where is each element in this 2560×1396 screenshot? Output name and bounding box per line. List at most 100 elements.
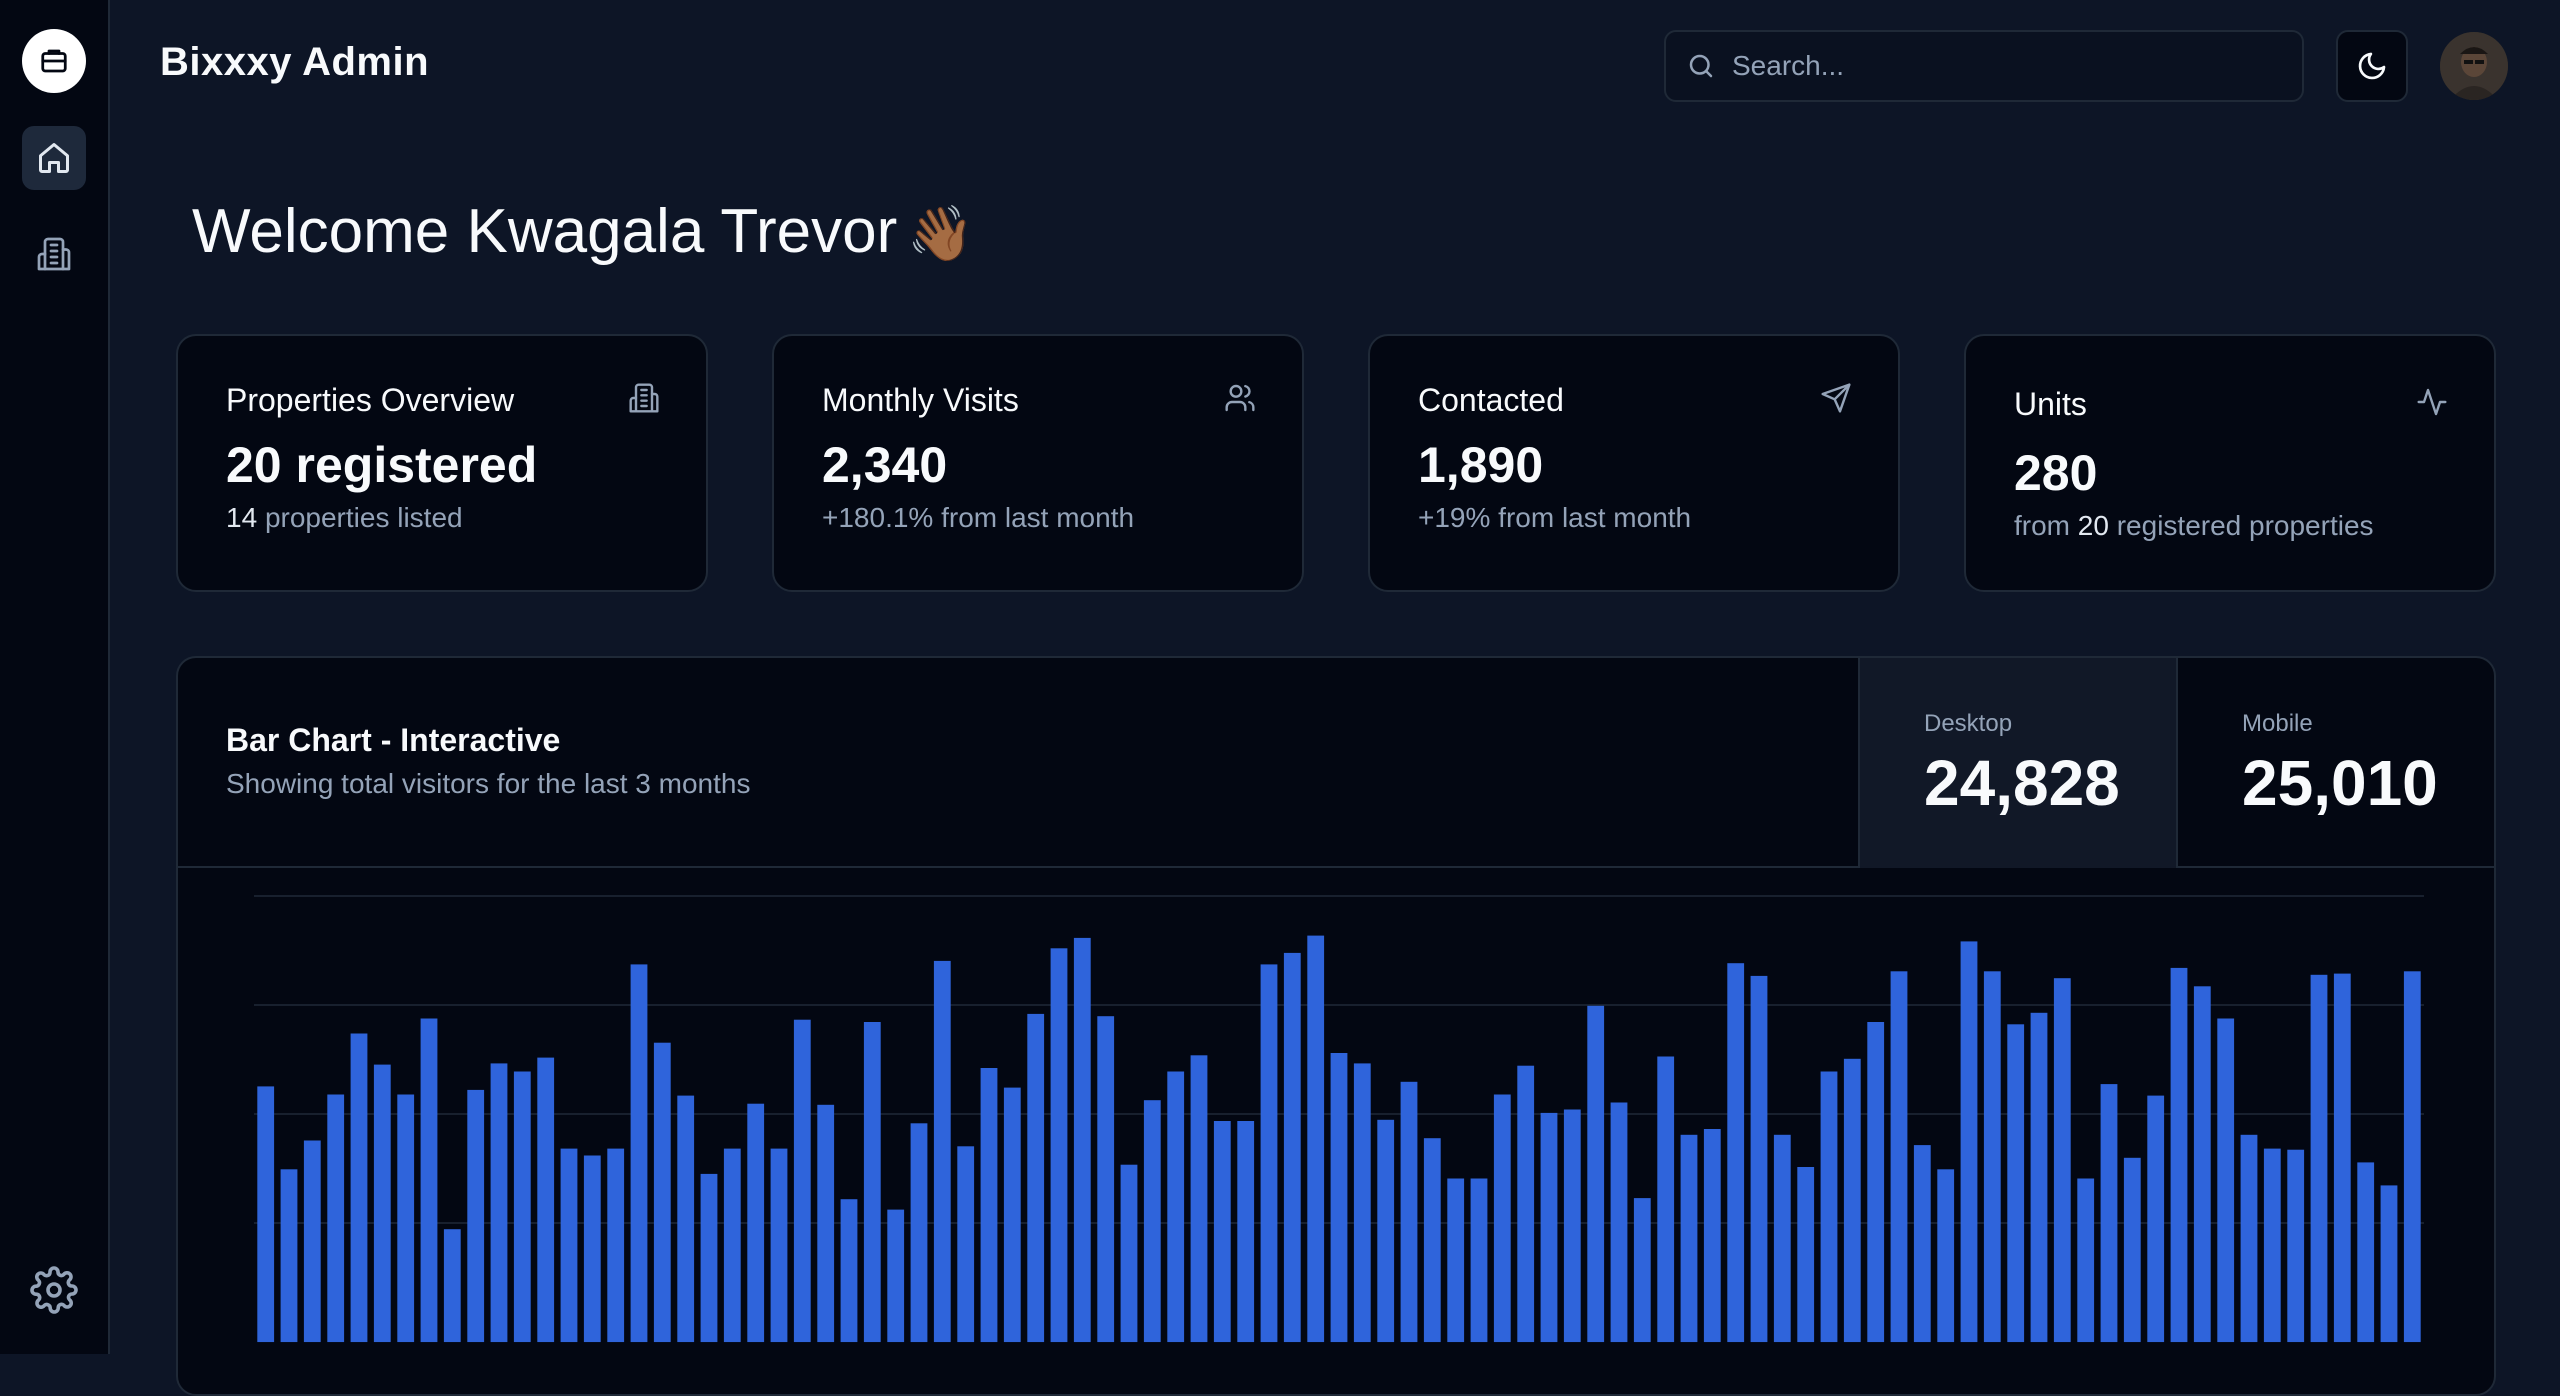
- chart-bar[interactable]: [257, 1086, 275, 1343]
- chart-bar[interactable]: [817, 1104, 835, 1343]
- chart-bar[interactable]: [2193, 986, 2211, 1343]
- search-box[interactable]: [1664, 30, 2304, 102]
- chart-bar[interactable]: [1400, 1081, 1418, 1343]
- chart-bar[interactable]: [537, 1057, 555, 1343]
- chart-bar[interactable]: [2263, 1148, 2281, 1343]
- chart-bar[interactable]: [2333, 973, 2351, 1343]
- chart-bar[interactable]: [1353, 1063, 1371, 1343]
- settings-button[interactable]: [30, 1266, 78, 1314]
- chart-bar[interactable]: [2287, 1149, 2305, 1343]
- chart-bar[interactable]: [723, 1148, 741, 1343]
- chart-bar[interactable]: [1377, 1119, 1395, 1343]
- chart-bar[interactable]: [1820, 1071, 1838, 1343]
- chart-bar[interactable]: [1447, 1178, 1465, 1343]
- chart-bar[interactable]: [1050, 948, 1068, 1343]
- chart-bar[interactable]: [1190, 1055, 1208, 1343]
- chart-bar[interactable]: [1937, 1169, 1955, 1343]
- chart-bar[interactable]: [443, 1229, 461, 1343]
- chart-bar[interactable]: [1703, 1129, 1721, 1343]
- chart-bar[interactable]: [1633, 1198, 1651, 1343]
- chart-bar[interactable]: [677, 1095, 695, 1343]
- chart-bar[interactable]: [980, 1068, 998, 1343]
- chart-bar[interactable]: [1330, 1053, 1348, 1343]
- chart-bar[interactable]: [793, 1019, 811, 1343]
- chart-bar[interactable]: [280, 1169, 298, 1343]
- chart-bar[interactable]: [1797, 1167, 1815, 1343]
- chart-bar[interactable]: [583, 1155, 601, 1343]
- chart-bar[interactable]: [770, 1148, 788, 1343]
- chart-bar[interactable]: [2357, 1162, 2375, 1343]
- chart-bar[interactable]: [2310, 974, 2328, 1343]
- chart-bar[interactable]: [2030, 1012, 2048, 1343]
- chart-bar[interactable]: [1587, 1005, 1605, 1343]
- chart-bar[interactable]: [1843, 1058, 1861, 1343]
- chart-bar[interactable]: [747, 1103, 765, 1343]
- search-input[interactable]: [1732, 50, 2272, 82]
- chart-bar[interactable]: [1960, 941, 1978, 1343]
- chart-bar[interactable]: [1307, 935, 1325, 1343]
- sidebar-item-properties[interactable]: [22, 222, 86, 286]
- chart-bar[interactable]: [840, 1199, 858, 1343]
- chart-bar[interactable]: [350, 1033, 368, 1343]
- chart-bar[interactable]: [1913, 1145, 1931, 1343]
- chart-bar[interactable]: [933, 960, 951, 1343]
- chart-bar[interactable]: [1120, 1164, 1138, 1343]
- chart-bar[interactable]: [1610, 1102, 1628, 1343]
- chart-bar[interactable]: [1237, 1121, 1255, 1343]
- chart-bar[interactable]: [2147, 1095, 2165, 1343]
- chart-bar[interactable]: [1540, 1112, 1558, 1343]
- theme-toggle-button[interactable]: [2336, 30, 2408, 102]
- chart-bar[interactable]: [1260, 964, 1278, 1343]
- chart-bar[interactable]: [1283, 952, 1301, 1343]
- chart-bar[interactable]: [490, 1063, 508, 1343]
- chart-bar[interactable]: [1773, 1134, 1791, 1343]
- chart-bar[interactable]: [1167, 1071, 1185, 1343]
- chart-bar[interactable]: [700, 1173, 718, 1343]
- chart-bar[interactable]: [303, 1140, 321, 1343]
- chart-bar[interactable]: [513, 1071, 531, 1343]
- chart-bar[interactable]: [1097, 1016, 1115, 1343]
- chart-bar[interactable]: [1750, 975, 1768, 1343]
- chart-bar[interactable]: [2100, 1084, 2118, 1343]
- chart-bar[interactable]: [2077, 1178, 2095, 1343]
- chart-bar[interactable]: [1470, 1178, 1488, 1343]
- chart-bar[interactable]: [2403, 971, 2421, 1343]
- stat-toggle-desktop[interactable]: Desktop 24,828: [1858, 658, 2176, 868]
- sidebar-item-home[interactable]: [22, 126, 86, 190]
- app-logo[interactable]: [22, 29, 86, 93]
- stat-toggle-mobile[interactable]: Mobile 25,010: [2176, 658, 2494, 868]
- chart-bar[interactable]: [607, 1148, 625, 1343]
- chart-bar[interactable]: [863, 1022, 881, 1343]
- chart-bar[interactable]: [1867, 1022, 1885, 1343]
- chart-bar[interactable]: [1027, 1013, 1045, 1343]
- chart-bar[interactable]: [2217, 1018, 2235, 1343]
- chart-bar[interactable]: [2123, 1157, 2141, 1343]
- chart-bar[interactable]: [1493, 1094, 1511, 1343]
- chart-bar[interactable]: [1563, 1109, 1581, 1343]
- chart-bar[interactable]: [1073, 937, 1091, 1343]
- chart-bar[interactable]: [1003, 1087, 1021, 1343]
- chart-bar[interactable]: [2053, 978, 2071, 1343]
- chart-bar[interactable]: [397, 1094, 415, 1343]
- user-avatar[interactable]: [2440, 32, 2508, 100]
- chart-bar[interactable]: [887, 1209, 905, 1343]
- chart-bar[interactable]: [2007, 1024, 2025, 1343]
- chart-bar[interactable]: [467, 1089, 485, 1343]
- chart-bar[interactable]: [1680, 1134, 1698, 1343]
- chart-bar[interactable]: [327, 1094, 345, 1343]
- chart-bar[interactable]: [910, 1123, 928, 1343]
- chart-bar[interactable]: [957, 1146, 975, 1343]
- chart-bar[interactable]: [1517, 1065, 1535, 1343]
- chart-bar[interactable]: [560, 1148, 578, 1343]
- chart-bar[interactable]: [1890, 971, 1908, 1343]
- chart-bar[interactable]: [1983, 971, 2001, 1343]
- chart-bar[interactable]: [373, 1064, 391, 1343]
- chart-bar[interactable]: [1423, 1138, 1441, 1343]
- chart-bar[interactable]: [630, 964, 648, 1343]
- chart-bar[interactable]: [2170, 967, 2188, 1343]
- chart-bar[interactable]: [1213, 1121, 1231, 1343]
- chart-bar[interactable]: [1727, 963, 1745, 1343]
- chart-bar[interactable]: [1657, 1056, 1675, 1343]
- chart-bar[interactable]: [653, 1042, 671, 1343]
- chart-bar[interactable]: [2240, 1134, 2258, 1343]
